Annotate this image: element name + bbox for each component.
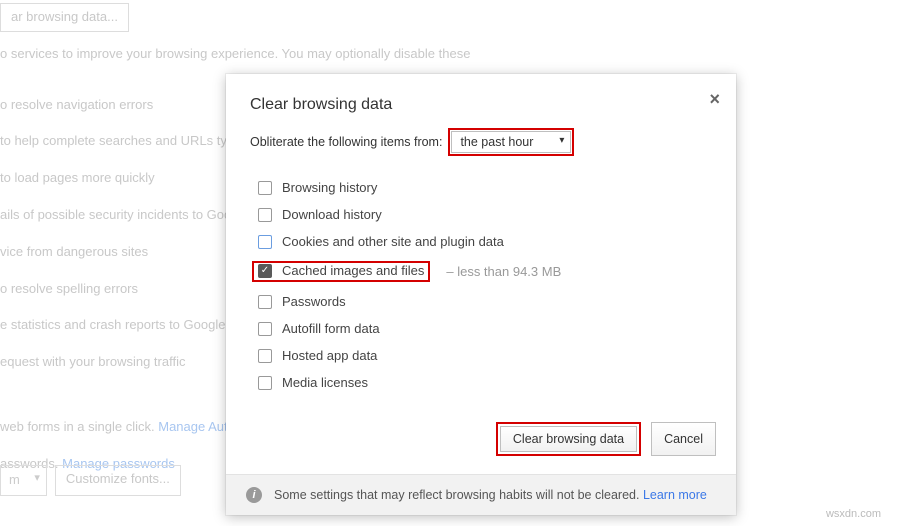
clear-browsing-data-button[interactable]: Clear browsing data <box>500 426 637 452</box>
learn-more-link[interactable]: Learn more <box>643 488 707 502</box>
time-range-value: the past hour <box>460 135 533 149</box>
info-icon: i <box>246 487 262 503</box>
options-list: Browsing history Download history Cookie… <box>226 170 736 408</box>
option-label: Hosted app data <box>282 348 377 363</box>
obliterate-label: Obliterate the following items from: <box>250 135 442 149</box>
option-download-history[interactable]: Download history <box>258 201 704 228</box>
option-cookies[interactable]: Cookies and other site and plugin data <box>258 228 704 255</box>
checkbox-icon[interactable] <box>258 349 272 363</box>
option-label: Media licenses <box>282 375 368 390</box>
dialog-footer: i Some settings that may reflect browsin… <box>226 474 736 515</box>
option-label: Cached images and files <box>282 263 424 278</box>
time-range-highlight: the past hour <box>448 128 574 156</box>
bg-line: o services to improve your browsing expe… <box>0 44 899 65</box>
option-label: Cookies and other site and plugin data <box>282 234 504 249</box>
time-range-select[interactable]: the past hour <box>451 131 571 153</box>
clear-data-button-bg: ar browsing data... <box>0 3 129 32</box>
primary-highlight: Clear browsing data <box>496 422 641 456</box>
option-label: Download history <box>282 207 382 222</box>
checkbox-icon[interactable] <box>258 181 272 195</box>
checkbox-icon[interactable] <box>258 235 272 249</box>
customize-fonts-btn-bg: Customize fonts... <box>55 465 181 496</box>
option-browsing-history[interactable]: Browsing history <box>258 174 704 201</box>
checkbox-icon[interactable] <box>258 322 272 336</box>
option-label: Autofill form data <box>282 321 380 336</box>
font-select-bg: m <box>0 465 47 496</box>
cached-size-hint: – less than 94.3 MB <box>446 264 561 279</box>
option-media-licenses[interactable]: Media licenses <box>258 369 704 396</box>
footer-text: Some settings that may reflect browsing … <box>274 488 643 502</box>
option-label: Passwords <box>282 294 346 309</box>
checkbox-icon[interactable] <box>258 208 272 222</box>
close-icon[interactable]: × <box>709 90 720 108</box>
clear-browsing-data-dialog: Clear browsing data × Obliterate the fol… <box>226 74 736 515</box>
option-cached-images[interactable]: Cached images and files – less than 94.3… <box>258 255 704 288</box>
dialog-button-bar: Clear browsing data Cancel <box>226 408 736 474</box>
cancel-button[interactable]: Cancel <box>651 422 716 456</box>
checkbox-icon[interactable] <box>258 264 272 278</box>
option-label: Browsing history <box>282 180 377 195</box>
checkbox-icon[interactable] <box>258 376 272 390</box>
option-autofill[interactable]: Autofill form data <box>258 315 704 342</box>
option-hosted-app[interactable]: Hosted app data <box>258 342 704 369</box>
dialog-title: Clear browsing data <box>250 96 712 114</box>
checkbox-icon[interactable] <box>258 295 272 309</box>
option-passwords[interactable]: Passwords <box>258 288 704 315</box>
watermark-site: wsxdn.com <box>826 508 881 520</box>
cached-highlight: Cached images and files <box>252 261 430 282</box>
